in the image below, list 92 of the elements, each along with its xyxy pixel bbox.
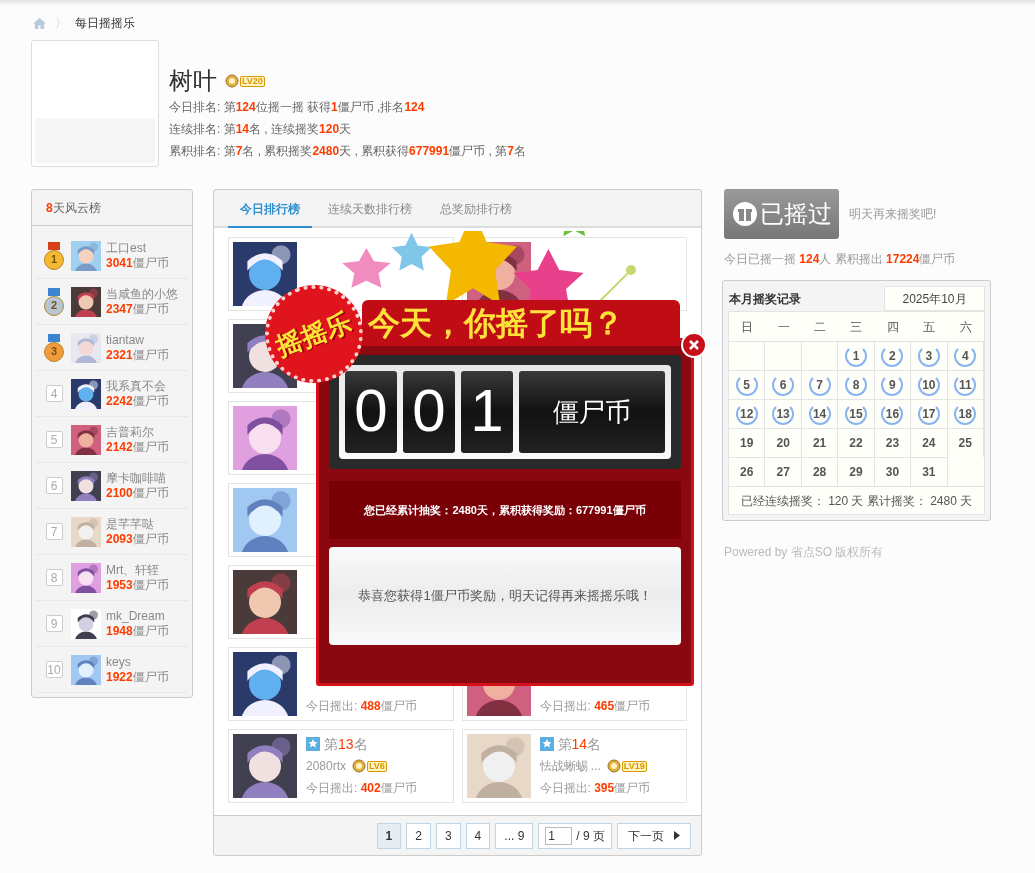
today-amount: 今日摇出: 488僵尸币 <box>306 698 417 715</box>
shake-stats: 今日已摇一摇 124人 累积摇出 17224僵尸币 <box>724 251 957 268</box>
calendar-day: 27 <box>776 463 790 481</box>
counter-digit: 1 <box>461 371 513 453</box>
user-name[interactable]: 我系真不会 <box>106 378 169 394</box>
coin-amount: 2242僵尸币 <box>106 393 169 409</box>
weekday-label: 二 <box>813 318 828 336</box>
page-button[interactable]: 3 <box>435 822 461 849</box>
tab[interactable]: 总奖励排行榜 <box>428 200 524 228</box>
caret-icon <box>674 831 680 840</box>
rank-number: 6 <box>45 477 63 494</box>
level-badge: LV6 <box>352 759 387 773</box>
counter-digit: 0 <box>345 371 397 453</box>
calendar-day: 30 <box>885 463 900 481</box>
rank-number: 7 <box>45 523 63 540</box>
coin-amount: 3041僵尸币 <box>106 255 169 271</box>
coin-amount: 2321僵尸币 <box>106 347 169 363</box>
user-name[interactable]: 吉普莉尔 <box>106 424 169 440</box>
coin-amount: 1953僵尸币 <box>106 577 169 593</box>
weekday-label: 四 <box>885 318 900 336</box>
coin-amount: 2093僵尸币 <box>106 531 169 547</box>
today-amount: 今日摇出: 465僵尸币 <box>539 698 651 715</box>
calendar-day: 26 <box>740 463 754 481</box>
star-icon <box>306 737 320 751</box>
user-name[interactable]: 怯战蜥蜴 ... <box>539 755 601 777</box>
calendar-month: 2025年10月 <box>884 286 985 311</box>
rank-number: 9 <box>45 615 63 632</box>
footer-text: Powered by 省点SO 版权所有 <box>724 544 885 561</box>
profile-stat: 今日排名: 第124位摇一摇 获得1僵尸币 ,排名124 <box>169 99 426 116</box>
user-name[interactable]: keys <box>106 654 169 670</box>
user-name[interactable]: Mrt、轩轾 <box>106 562 169 578</box>
weekday-label: 五 <box>922 318 937 336</box>
user-name[interactable]: 当咸鱼的小悠 <box>106 286 178 302</box>
coin-amount: 2142僵尸币 <box>106 439 169 455</box>
calendar-day: 24 <box>922 434 936 452</box>
calendar-day: 20 <box>776 434 790 452</box>
user-name[interactable]: tiantaw <box>106 332 169 348</box>
close-icon <box>688 339 700 351</box>
profile-stat: 连续排名: 第14名 , 连续摇奖120天 <box>169 121 353 138</box>
next-page-button[interactable]: 下一页 <box>617 822 691 849</box>
lottery-summary: 您已经累计抽奖：2480天，累积获得奖励：677991僵尸币 <box>329 481 681 539</box>
coin-amount: 1948僵尸币 <box>106 623 169 639</box>
calendar-day: 22 <box>849 434 863 452</box>
profile-stat: 累积排名: 第7名 , 累积摇奖2480天 , 累积获得677991僵尸币 , 第7名 <box>169 143 526 160</box>
calendar-day: 21 <box>812 434 827 452</box>
today-amount: 今日摇出: 395僵尸币 <box>539 780 651 797</box>
user-name[interactable]: 是芊芊哒 <box>106 516 169 532</box>
page-input[interactable]: 1 <box>545 826 573 845</box>
banner-title: 今天，你摇了吗？ <box>362 300 680 346</box>
shake-hint: 明天再来摇奖吧! <box>849 206 937 223</box>
leaderboard-title: 8天风云榜 <box>46 199 101 217</box>
rank-number: 10 <box>45 661 63 678</box>
rank-label: 第13名 <box>324 735 368 754</box>
user-name[interactable]: 工口est <box>106 240 169 256</box>
calendar-day: 23 <box>885 434 900 452</box>
user-name[interactable]: mk_Dream <box>106 608 169 624</box>
weekday-label: 一 <box>776 318 791 336</box>
star-icon <box>539 737 554 751</box>
calendar-day: 29 <box>849 463 863 481</box>
page-total: / 9 页 <box>576 827 605 845</box>
page-button[interactable]: ... 9 <box>495 822 534 849</box>
close-button[interactable] <box>681 332 707 358</box>
calendar-day: 25 <box>958 434 972 452</box>
rank-label: 第14名 <box>557 735 602 754</box>
rank-number: 8 <box>45 569 63 586</box>
reward-message: 恭喜您获得1僵尸币奖励，明天记得再来摇摇乐哦！ <box>329 547 681 645</box>
page-button[interactable]: 4 <box>465 822 491 849</box>
calendar-day: 19 <box>740 434 754 452</box>
weekday-label: 三 <box>849 318 864 336</box>
weekday-label: 六 <box>958 318 973 336</box>
breadcrumb-separator: 〉 <box>55 15 67 32</box>
weekday-label: 日 <box>740 318 755 336</box>
coin-amount: 2100僵尸币 <box>106 485 169 501</box>
today-amount: 今日摇出: 402僵尸币 <box>306 780 417 797</box>
page-button[interactable]: 2 <box>406 822 431 849</box>
rank-number: 5 <box>45 431 63 448</box>
calendar-title: 本月摇奖记录 <box>728 290 801 308</box>
calendar-day: 31 <box>922 463 936 481</box>
shaken-button[interactable]: 已摇过 <box>724 189 839 239</box>
tab[interactable]: 连续天数排行榜 <box>316 200 424 228</box>
user-name[interactable]: 2080rtx <box>306 755 347 777</box>
user-name[interactable]: 摩卡咖啡喵 <box>106 470 169 486</box>
profile-name: 树叶 <box>169 66 217 96</box>
counter-unit: 僵尸币 <box>519 371 665 453</box>
coin-amount: 2347僵尸币 <box>106 301 170 317</box>
rank-number: 4 <box>45 385 63 402</box>
calendar-day: 28 <box>812 463 827 481</box>
breadcrumb-current: 每日摇摇乐 <box>75 15 135 32</box>
counter-digit: 0 <box>403 371 455 453</box>
page-button[interactable]: 1 <box>376 822 402 849</box>
coin-amount: 1922僵尸币 <box>106 669 169 685</box>
calendar-summary: 已经连续摇奖： 120 天 累计摇奖： 2480 天 <box>729 486 984 514</box>
